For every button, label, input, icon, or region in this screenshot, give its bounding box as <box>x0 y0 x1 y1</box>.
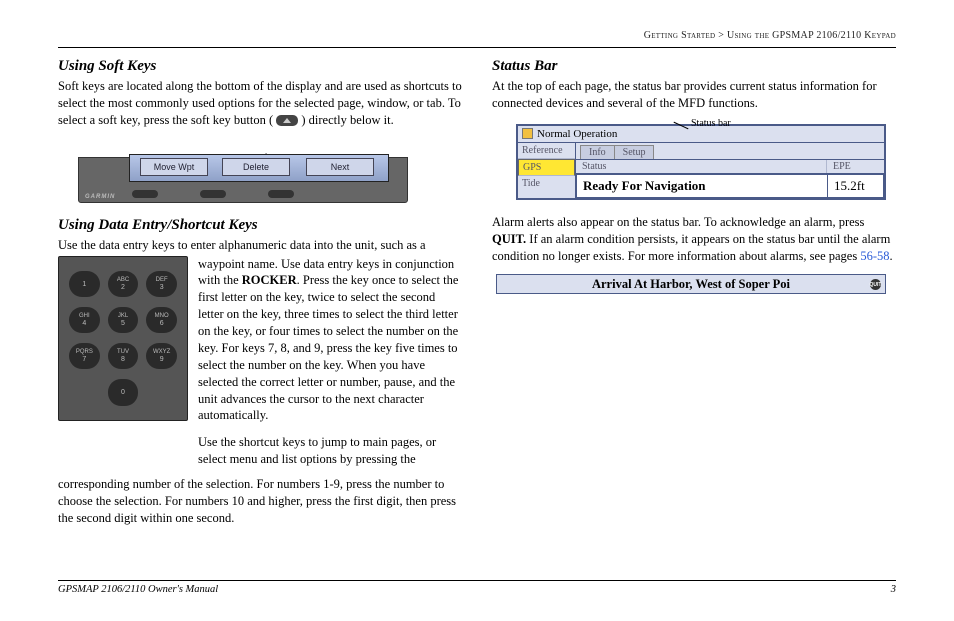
soft-keys-figure: Soft keys Move Wpt Delete Next <box>78 157 408 203</box>
key-9: WXYZ9 <box>146 343 177 369</box>
key-6: MNO6 <box>146 307 177 333</box>
status-bar-para-2: Alarm alerts also appear on the status b… <box>492 214 896 265</box>
garmin-logo: GARMIN <box>85 194 115 200</box>
device-bezel: Move Wpt Delete Next GARMIN <box>78 157 408 203</box>
tab-info: Info <box>580 145 615 159</box>
side-tab-reference: Reference <box>518 143 575 159</box>
device-screen: Move Wpt Delete Next <box>129 154 389 182</box>
status-value-row: Ready For Navigation 15.2ft <box>576 174 884 198</box>
status-subheader: Status EPE <box>576 160 884 174</box>
status-text-b: If an alarm condition persists, it appea… <box>492 232 890 263</box>
right-column: Status Bar At the top of each page, the … <box>492 58 896 537</box>
soft-keys-heading: Using Soft Keys <box>58 58 462 75</box>
status-text-c: . <box>890 249 893 263</box>
status-bar-heading: Status Bar <box>492 58 896 75</box>
page-footer: GPSMAP 2106/2110 Owner's Manual 3 <box>58 580 896 595</box>
quit-label: QUIT. <box>492 232 526 246</box>
footer-page-number: 3 <box>891 584 896 595</box>
key-4: GHI4 <box>69 307 100 333</box>
status-bar-title: Normal Operation <box>537 128 617 140</box>
key-8: TUV8 <box>108 343 139 369</box>
status-bar-callout-label: Status bar <box>691 118 731 129</box>
tab-setup: Setup <box>614 145 655 159</box>
hard-button-2 <box>200 190 226 198</box>
alarm-bar-figure: Arrival At Harbor, West of Soper Poi QUI… <box>496 274 886 294</box>
quit-icon: QUIT <box>870 279 881 290</box>
header-divider <box>58 47 896 48</box>
status-bar-figure: Status bar Normal Operation Reference GP… <box>516 124 896 200</box>
hard-button-1 <box>132 190 158 198</box>
footer-title: GPSMAP 2106/2110 Owner's Manual <box>58 584 218 595</box>
data-entry-intro: Use the data entry keys to enter alphanu… <box>58 237 462 254</box>
status-side-tabs: Reference GPS Tide <box>518 143 576 198</box>
softkey-delete: Delete <box>222 158 290 176</box>
data-entry-text-b: . Press the key once to select the first… <box>198 273 458 422</box>
alarm-text: Arrival At Harbor, West of Soper Poi <box>592 277 790 292</box>
soft-keys-text-a: Soft keys are located along the bottom o… <box>58 79 462 127</box>
hard-button-3 <box>268 190 294 198</box>
hardware-buttons <box>132 190 294 198</box>
status-mode-icon <box>522 128 533 139</box>
key-5: JKL5 <box>108 307 139 333</box>
softkey-next: Next <box>306 158 374 176</box>
side-tab-tide: Tide <box>518 176 575 191</box>
status-text-a: Alarm alerts also appear on the status b… <box>492 215 864 229</box>
data-entry-para-2: Use the shortcut keys to jump to main pa… <box>198 434 462 468</box>
data-entry-para-3: corresponding number of the selection. F… <box>58 476 462 527</box>
rocker-label: ROCKER <box>242 273 297 287</box>
page-header: Getting Started > Using the GPSMAP 2106/… <box>58 30 896 41</box>
breadcrumb-section: Getting Started <box>644 30 716 41</box>
side-tab-gps: GPS <box>518 159 575 176</box>
key-7: PQRS7 <box>69 343 100 369</box>
soft-keys-text-b: ) directly below it. <box>301 113 393 127</box>
data-entry-heading: Using Data Entry/Shortcut Keys <box>58 217 462 234</box>
left-column: Using Soft Keys Soft keys are located al… <box>58 58 462 537</box>
status-bar-box: Normal Operation Reference GPS Tide Info… <box>516 124 886 200</box>
status-tabs: Info Setup <box>576 143 884 160</box>
key-0: 0 <box>108 379 139 405</box>
key-3: DEF3 <box>146 271 177 297</box>
breadcrumb-sep: > <box>718 30 724 41</box>
status-bar-para-1: At the top of each page, the status bar … <box>492 78 896 112</box>
col-epe: EPE <box>826 160 884 173</box>
key-2: ABC2 <box>108 271 139 297</box>
breadcrumb-topic: Using the GPSMAP 2106/2110 Keypad <box>727 30 896 41</box>
softkey-move-wpt: Move Wpt <box>140 158 208 176</box>
key-1: 1 <box>69 271 100 297</box>
soft-keys-paragraph: Soft keys are located along the bottom o… <box>58 78 462 129</box>
status-value: Ready For Navigation <box>576 174 828 198</box>
data-entry-para-1: waypoint name. Use data entry keys in co… <box>198 256 462 425</box>
soft-key-button-icon <box>276 115 298 126</box>
keypad-figure: 1 ABC2 DEF3 GHI4 JKL5 MNO6 PQRS7 TUV8 WX… <box>58 256 188 421</box>
alarm-pages-link[interactable]: 56-58 <box>860 249 889 263</box>
col-status: Status <box>576 160 826 173</box>
epe-value: 15.2ft <box>828 174 884 198</box>
